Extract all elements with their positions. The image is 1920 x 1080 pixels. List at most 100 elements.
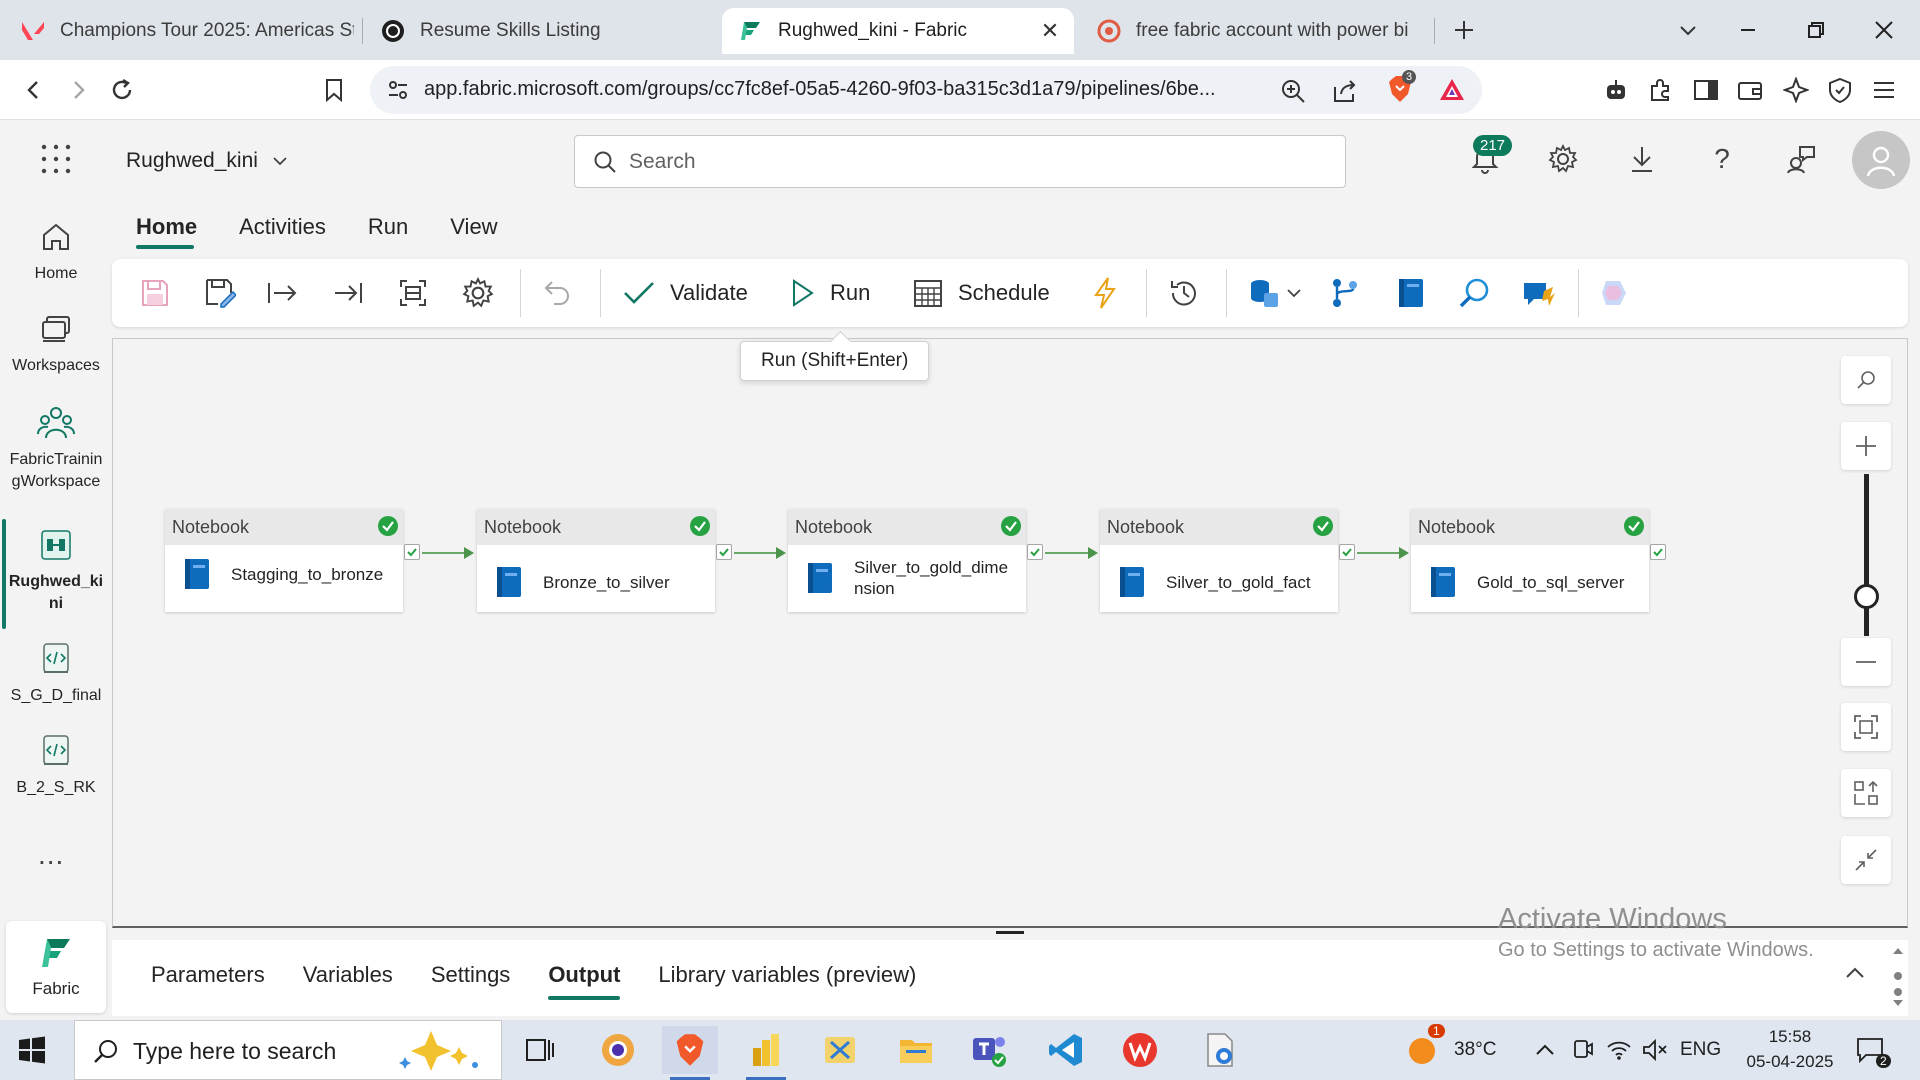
- tab-settings[interactable]: Settings: [412, 940, 530, 1010]
- zoom-slider-track[interactable]: [1864, 474, 1869, 636]
- site-settings-icon[interactable]: [386, 78, 410, 102]
- share-icon[interactable]: [1332, 78, 1358, 104]
- copy-data-button[interactable]: [1248, 271, 1302, 315]
- auto-align-button[interactable]: [398, 271, 428, 315]
- close-tab-icon[interactable]: ✕: [1036, 17, 1064, 45]
- settings-gear-icon[interactable]: [1543, 139, 1583, 179]
- weather-widget[interactable]: 1 38°C: [1406, 1020, 1496, 1080]
- tab-output[interactable]: Output: [529, 940, 639, 1010]
- rail-item-home[interactable]: Home: [0, 217, 112, 285]
- activity-node-gold-to-sql-server[interactable]: Notebook Gold_to_sql_server: [1411, 509, 1649, 612]
- tab-run[interactable]: Run: [347, 199, 429, 255]
- success-port[interactable]: [1339, 544, 1355, 560]
- browser-tab-search[interactable]: free fabric account with power bi - E: [1096, 8, 1412, 54]
- move-right-button[interactable]: [266, 271, 298, 315]
- taskbar-app-document-icon[interactable]: [1192, 1026, 1248, 1074]
- chevron-up-icon[interactable]: [1844, 962, 1866, 984]
- taskbar-app-wps-icon[interactable]: [1112, 1026, 1168, 1074]
- show-hidden-icons-button[interactable]: [1534, 1020, 1556, 1080]
- undo-button[interactable]: [542, 271, 572, 315]
- taskbar-search[interactable]: Type here to search: [74, 1020, 502, 1080]
- browser-tab-champions[interactable]: Champions Tour 2025: Americas Sta: [20, 8, 354, 54]
- feedback-icon[interactable]: [1781, 139, 1821, 179]
- back-icon[interactable]: [16, 72, 52, 108]
- global-search[interactable]: [574, 135, 1346, 188]
- panel-resize-handle[interactable]: [996, 931, 1024, 934]
- pipeline-canvas[interactable]: [112, 338, 1908, 928]
- validate-button[interactable]: Validate: [622, 271, 748, 315]
- browser-tab-resume[interactable]: Resume Skills Listing: [380, 8, 700, 54]
- vpn-shield-icon[interactable]: [1822, 72, 1858, 108]
- zoom-out-button[interactable]: [1841, 638, 1891, 686]
- taskbar-clock[interactable]: 15:58 05-04-2025: [1740, 1024, 1840, 1074]
- activity-node-silver-to-gold-fact[interactable]: Notebook Silver_to_gold_fact: [1100, 509, 1338, 612]
- volume-muted-icon[interactable]: [1642, 1020, 1668, 1080]
- copilot-button[interactable]: [1598, 271, 1630, 315]
- success-port[interactable]: [716, 544, 732, 560]
- leo-ai-icon[interactable]: [1598, 72, 1634, 108]
- save-as-button[interactable]: [204, 271, 236, 315]
- taskbar-app-powerbi-icon[interactable]: [738, 1026, 794, 1080]
- zoom-slider-thumb[interactable]: [1854, 584, 1879, 609]
- extensions-icon[interactable]: [1642, 72, 1678, 108]
- auto-layout-button[interactable]: [1841, 769, 1891, 817]
- pipeline-settings-button[interactable]: [462, 271, 494, 315]
- bookmark-icon[interactable]: [316, 72, 352, 108]
- help-icon[interactable]: ?: [1702, 139, 1742, 179]
- tab-home[interactable]: Home: [112, 199, 218, 255]
- run-button[interactable]: Run: [790, 271, 870, 315]
- move-to-end-button[interactable]: [332, 271, 364, 315]
- rail-item-rughwed-kini[interactable]: Rughwed_kini: [0, 525, 112, 615]
- meet-now-icon[interactable]: [1570, 1020, 1594, 1080]
- taskbar-app-file-explorer-icon[interactable]: [888, 1026, 944, 1074]
- tab-view[interactable]: View: [429, 199, 518, 255]
- avatar[interactable]: [1852, 131, 1910, 189]
- browser-menu-icon[interactable]: [1866, 72, 1902, 108]
- brave-shields-icon[interactable]: 3: [1386, 70, 1417, 104]
- rail-item-workspaces[interactable]: Workspaces: [0, 309, 112, 377]
- save-button[interactable]: [140, 271, 170, 315]
- activity-node-stagging-to-bronze[interactable]: Notebook Stagging_to_bronze: [165, 509, 403, 612]
- workspace-selector[interactable]: Rughwed_kini: [126, 149, 288, 173]
- zoom-page-icon[interactable]: [1280, 78, 1306, 104]
- taskbar-app-teams-icon[interactable]: [962, 1026, 1018, 1074]
- more-icon[interactable]: ...: [38, 839, 64, 871]
- rail-item-fabric-training-workspace[interactable]: FabricTrainingWorkspace: [0, 403, 112, 493]
- tab-activities[interactable]: Activities: [218, 199, 347, 255]
- new-tab-icon[interactable]: [1444, 12, 1484, 48]
- canvas-search-button[interactable]: [1841, 356, 1891, 404]
- taskbar-app-snipping-icon[interactable]: [812, 1026, 868, 1074]
- sidebar-icon[interactable]: [1688, 72, 1724, 108]
- notebook-activity-button[interactable]: [1396, 271, 1426, 315]
- download-icon[interactable]: [1622, 139, 1662, 179]
- close-window-icon[interactable]: [1864, 12, 1904, 48]
- experience-switcher[interactable]: Fabric: [6, 921, 106, 1013]
- notification-center-button[interactable]: 2: [1856, 1020, 1891, 1080]
- taskbar-app-chromium-icon[interactable]: [590, 1026, 646, 1074]
- windows-start-icon[interactable]: [18, 1036, 46, 1064]
- input-language[interactable]: ENG: [1680, 1020, 1721, 1080]
- run-history-button[interactable]: [1168, 271, 1200, 315]
- taskbar-app-brave-icon[interactable]: [662, 1026, 718, 1080]
- panel-scrollbar[interactable]: [1888, 940, 1908, 1016]
- schedule-button[interactable]: Schedule: [912, 271, 1050, 315]
- tab-search-dropdown-icon[interactable]: [1668, 12, 1708, 48]
- reload-icon[interactable]: [104, 72, 140, 108]
- tab-variables[interactable]: Variables: [284, 940, 412, 1010]
- app-launcher-icon[interactable]: [40, 143, 72, 175]
- forward-icon[interactable]: [60, 72, 96, 108]
- lookup-button[interactable]: [1458, 271, 1490, 315]
- tab-parameters[interactable]: Parameters: [132, 940, 284, 1010]
- leo-sparkle-icon[interactable]: [1778, 72, 1814, 108]
- browser-tab-fabric[interactable]: Rughwed_kini - Fabric ✕: [722, 8, 1074, 54]
- success-port[interactable]: [1650, 544, 1666, 560]
- success-port[interactable]: [1027, 544, 1043, 560]
- address-bar[interactable]: app.fabric.microsoft.com/groups/cc7fc8ef…: [370, 66, 1482, 114]
- tab-library-variables[interactable]: Library variables (preview): [639, 940, 935, 1010]
- activity-node-silver-to-gold-dimension[interactable]: Notebook Silver_to_gold_dimension: [788, 509, 1026, 612]
- search-input[interactable]: [629, 146, 1309, 178]
- trigger-button[interactable]: [1092, 271, 1118, 315]
- fit-to-screen-button[interactable]: [1841, 703, 1891, 751]
- activity-node-bronze-to-silver[interactable]: Notebook Bronze_to_silver: [477, 509, 715, 612]
- rail-item-s-g-d-final[interactable]: S_G_D_final: [0, 639, 112, 707]
